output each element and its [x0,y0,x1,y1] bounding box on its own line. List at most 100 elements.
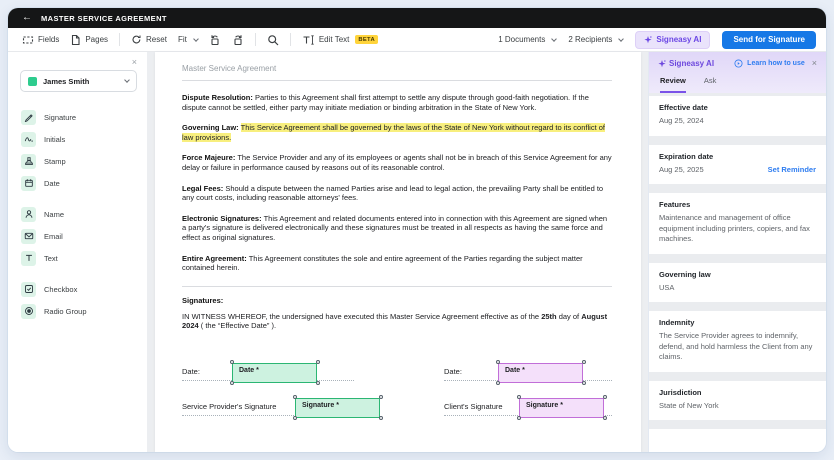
resize-handle[interactable] [582,360,586,364]
tab-ask[interactable]: Ask [704,76,717,93]
signeasy-ai-button[interactable]: Signeasy AI [635,31,710,49]
fit-dropdown[interactable]: Fit [178,35,198,44]
document-canvas: Master Service Agreement Dispute Resolut… [148,52,648,452]
date-label: Date: [444,367,462,376]
paragraph-label: Electronic Signatures: [182,214,262,223]
signatures-heading: Signatures: [182,296,612,305]
paragraph-electronic-signatures: Electronic Signatures: This Agreement an… [182,214,612,243]
document-page-title: Master Service Agreement [182,64,612,73]
reset-icon [131,34,142,45]
sidebar-item-text[interactable]: Text [8,247,147,269]
ai-panel-close-icon[interactable]: × [812,59,817,68]
toolbar-separator [255,33,256,46]
radio-group-icon [21,304,36,319]
witness-paragraph: IN WITNESS WHEREOF, the undersigned have… [182,312,612,331]
set-reminder-link[interactable]: Set Reminder [768,165,816,174]
sidebar-group-gap [8,194,147,203]
recipients-dropdown[interactable]: 2 Recipients [568,35,623,44]
sidebar-item-stamp[interactable]: Stamp [8,150,147,172]
resize-handle[interactable] [230,381,234,385]
name-icon [21,207,36,222]
resize-handle[interactable] [603,416,607,420]
paragraph-label: Dispute Resolution: [182,93,253,102]
client-signature-label: Client's Signature [444,402,503,411]
resize-handle[interactable] [517,416,521,420]
ai-panel-body: Effective date Aug 25, 2024 Expiration d… [649,93,826,452]
paragraph-label: Governing Law: [182,123,239,132]
card-indemnity: Indemnity The Service Provider agrees to… [649,311,826,372]
highlighted-text: This Service Agreement shall be governed… [182,123,605,142]
paragraph-entire-agreement: Entire Agreement: This Agreement constit… [182,254,612,273]
edit-text-icon [302,34,315,46]
play-icon [734,59,743,68]
card-expiration-date: Expiration date Aug 25, 2025 Set Reminde… [649,145,826,185]
card-effective-date: Effective date Aug 25, 2024 [649,96,826,136]
resize-handle[interactable] [316,381,320,385]
paragraph-governing-law: Governing Law: This Service Agreement sh… [182,123,612,142]
document-title: MASTER SERVICE AGREEMENT [41,14,167,23]
card-features: Features Maintenance and management of o… [649,193,826,254]
sidebar-item-radio-group[interactable]: Radio Group [8,300,147,322]
sidebar-item-name[interactable]: Name [8,203,147,225]
app-window: ← MASTER SERVICE AGREEMENT Fields Pages … [8,8,826,452]
client-signature-row: Client's Signature Signature * [444,389,612,416]
paragraph-label: Entire Agreement: [182,254,247,263]
client-date-row: Date: Date * [444,354,612,381]
resize-handle[interactable] [293,416,297,420]
resize-handle[interactable] [379,416,383,420]
card-jurisdiction: Jurisdiction State of New York [649,381,826,421]
back-arrow-icon[interactable]: ← [22,13,32,23]
date-icon [21,176,36,191]
toolbar-separator [119,33,120,46]
chevron-down-icon [619,36,625,42]
resize-handle[interactable] [496,381,500,385]
chevron-down-icon [193,36,199,42]
fields-sidebar: × James Smith Signature Initials Stamp [8,52,148,452]
ai-panel-header: Signeasy AI Learn how to use × Review As… [649,52,826,93]
client-date-field[interactable]: Date * [498,363,583,383]
rotate-left-icon [209,34,221,46]
provider-date-field[interactable]: Date * [232,363,317,383]
provider-signature-label: Service Provider's Signature [182,402,276,411]
toolbar: Fields Pages Reset Fit [8,28,826,52]
signature-icon [21,110,36,125]
ai-panel-title: Signeasy AI [669,59,714,68]
fields-button[interactable]: Fields [22,34,59,46]
paragraph-text: Should a dispute between the named Parti… [182,184,603,203]
resize-handle[interactable] [379,395,383,399]
learn-how-to-use-link[interactable]: Learn how to use [747,60,805,67]
email-icon [21,229,36,244]
tab-review[interactable]: Review [660,76,686,93]
resize-handle[interactable] [316,360,320,364]
sidebar-item-email[interactable]: Email [8,225,147,247]
recipient-color-swatch [28,77,37,86]
sidebar-item-initials[interactable]: Initials [8,128,147,150]
reset-button[interactable]: Reset [131,34,167,45]
sidebar-item-date[interactable]: Date [8,172,147,194]
search-button[interactable] [267,34,279,46]
sidebar-close-icon[interactable]: × [132,58,137,67]
paragraph-legal-fees: Legal Fees: Should a dispute between the… [182,184,612,203]
paragraph-force-majeure: Force Majeure: The Service Provider and … [182,153,612,172]
sidebar-item-checkbox[interactable]: Checkbox [8,278,147,300]
paragraph-label: Legal Fees: [182,184,223,193]
resize-handle[interactable] [603,395,607,399]
chevron-down-icon [124,77,130,83]
resize-handle[interactable] [582,381,586,385]
rotate-right-icon [232,34,244,46]
sidebar-group-gap [8,269,147,278]
rotate-left-button[interactable] [209,34,221,46]
signeasy-ai-panel: Signeasy AI Learn how to use × Review As… [648,52,826,452]
rotate-right-button[interactable] [232,34,244,46]
pages-button[interactable]: Pages [70,34,108,46]
documents-dropdown[interactable]: 1 Documents [498,35,556,44]
beta-badge: BETA [355,35,378,44]
edit-text-button[interactable]: Edit Text BETA [302,34,378,46]
checkbox-icon [21,282,36,297]
client-signature-field[interactable]: Signature * [519,398,604,418]
send-for-signature-button[interactable]: Send for Signature [722,31,816,49]
sidebar-item-signature[interactable]: Signature [8,106,147,128]
provider-signature-field[interactable]: Signature * [295,398,380,418]
text-icon [21,251,36,266]
recipient-selector[interactable]: James Smith [20,70,137,92]
